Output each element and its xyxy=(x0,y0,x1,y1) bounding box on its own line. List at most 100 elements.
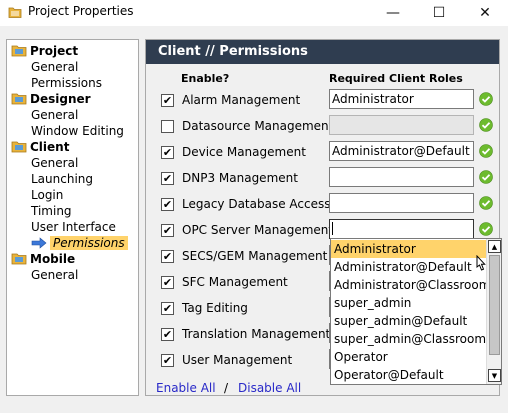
tree-item-label: Window Editing xyxy=(31,124,124,138)
dropdown-option[interactable]: super_admin@Default xyxy=(331,312,487,330)
scroll-up-icon[interactable]: ▲ xyxy=(488,240,501,253)
valid-check-icon xyxy=(479,144,493,158)
tree-item-client-launching[interactable]: Launching xyxy=(31,171,93,187)
valid-check-icon xyxy=(479,196,493,210)
enable-all-link[interactable]: Enable All xyxy=(156,381,216,395)
permission-row: Datasource Management xyxy=(146,114,499,140)
required-roles-input[interactable]: Administrator xyxy=(329,89,474,109)
tree-item-label: General xyxy=(31,156,79,170)
scroll-down-icon[interactable]: ▼ xyxy=(488,369,501,382)
enable-checkbox[interactable] xyxy=(161,120,174,133)
tree-item-label: Permissions xyxy=(31,76,102,90)
app-icon xyxy=(8,7,22,18)
minimize-button[interactable]: — xyxy=(370,0,416,26)
window-title: Project Properties xyxy=(28,4,134,18)
tree-category-label: Project xyxy=(30,44,79,58)
mouse-cursor-icon xyxy=(476,255,486,271)
tree-item-label: Permissions xyxy=(50,236,128,250)
tree-item-client-user-interface[interactable]: User Interface xyxy=(31,219,116,235)
enable-checkbox[interactable]: ✔ xyxy=(161,198,174,211)
tree-item-designer-window-editing[interactable]: Window Editing xyxy=(31,123,124,139)
permission-row: ✔ Alarm Management Administrator xyxy=(146,88,499,114)
text-caret xyxy=(332,222,333,235)
tree-item-label: Timing xyxy=(31,204,72,218)
tree-item-label: General xyxy=(31,108,79,122)
required-roles-input[interactable] xyxy=(329,193,474,213)
close-button[interactable]: ✕ xyxy=(462,0,508,26)
tree-item-designer-general[interactable]: General xyxy=(31,107,78,123)
enable-checkbox[interactable]: ✔ xyxy=(161,328,174,341)
title-bar: Project Properties — ☐ ✕ xyxy=(0,0,508,26)
tree-item-label: Login xyxy=(31,188,64,202)
tree-item-label: User Interface xyxy=(31,220,116,234)
enable-checkbox[interactable]: ✔ xyxy=(161,276,174,289)
permission-label: SECS/GEM Management xyxy=(182,249,328,263)
dropdown-option[interactable]: Administrator@Default xyxy=(331,258,487,276)
permission-label: Datasource Management xyxy=(182,119,334,133)
enable-checkbox[interactable]: ✔ xyxy=(161,250,174,263)
tree-item-client-permissions[interactable]: Permissions xyxy=(31,235,128,251)
permission-label: Translation Management xyxy=(182,327,331,341)
valid-check-icon xyxy=(479,118,493,132)
permission-label: Device Management xyxy=(182,145,306,159)
tree-item-label: General xyxy=(31,60,79,74)
folder-icon xyxy=(11,141,27,153)
maximize-button[interactable]: ☐ xyxy=(416,0,462,26)
dropdown-option[interactable]: Administrator xyxy=(331,240,487,258)
permission-label: Tag Editing xyxy=(182,301,248,315)
permission-label: Legacy Database Access xyxy=(182,197,331,211)
permission-label: User Management xyxy=(182,353,293,367)
folder-icon xyxy=(11,253,27,265)
roles-value: Administrator xyxy=(332,92,414,106)
permission-row: ✔ Legacy Database Access xyxy=(146,192,499,218)
scroll-thumb[interactable] xyxy=(489,255,500,355)
required-roles-input[interactable] xyxy=(329,167,474,187)
valid-check-icon xyxy=(479,222,493,236)
tree-category-label: Client xyxy=(30,140,70,154)
enable-checkbox[interactable]: ✔ xyxy=(161,354,174,367)
tree-category-mobile[interactable]: Mobile xyxy=(11,251,75,267)
dropdown-option[interactable]: Operator@Default xyxy=(331,366,487,384)
enable-checkbox[interactable]: ✔ xyxy=(161,146,174,159)
permission-row: ✔ DNP3 Management xyxy=(146,166,499,192)
valid-check-icon xyxy=(479,170,493,184)
dropdown-scrollbar[interactable]: ▲ ▼ xyxy=(486,239,501,384)
project-tree[interactable]: Project General Permissions Designer General… xyxy=(6,39,139,396)
tree-item-label: Launching xyxy=(31,172,94,186)
disable-all-link[interactable]: Disable All xyxy=(238,381,301,395)
tree-item-mobile-general[interactable]: General xyxy=(31,267,78,283)
dropdown-option[interactable]: super_admin xyxy=(331,294,487,312)
dropdown-option[interactable]: Operator xyxy=(331,348,487,366)
required-roles-input[interactable] xyxy=(329,115,474,135)
roles-column-header: Required Client Roles xyxy=(329,72,463,85)
enable-checkbox[interactable]: ✔ xyxy=(161,302,174,315)
dropdown-option[interactable]: Administrator@Classroom xyxy=(331,276,490,294)
tree-category-designer[interactable]: Designer xyxy=(11,91,91,107)
tree-category-label: Designer xyxy=(30,92,91,106)
folder-icon xyxy=(11,45,27,57)
tree-item-client-timing[interactable]: Timing xyxy=(31,203,72,219)
tree-item-client-login[interactable]: Login xyxy=(31,187,63,203)
permission-label: Alarm Management xyxy=(182,93,301,107)
tree-item-client-general[interactable]: General xyxy=(31,155,78,171)
link-separator: / xyxy=(224,381,229,395)
roles-value: Administrator@Default xyxy=(332,144,470,158)
folder-icon xyxy=(11,93,27,105)
tree-category-project[interactable]: Project xyxy=(11,43,78,59)
tree-category-client[interactable]: Client xyxy=(11,139,69,155)
permission-label: OPC Server Management xyxy=(182,223,334,237)
selected-arrow-icon xyxy=(31,237,47,249)
panel-title: Client // Permissions xyxy=(146,40,499,64)
tree-item-label: General xyxy=(31,268,79,282)
enable-checkbox[interactable]: ✔ xyxy=(161,94,174,107)
dropdown-option[interactable]: super_admin@Classroom xyxy=(331,330,487,348)
enable-checkbox[interactable]: ✔ xyxy=(161,224,174,237)
valid-check-icon xyxy=(479,92,493,106)
permission-label: DNP3 Management xyxy=(182,171,298,185)
enable-checkbox[interactable]: ✔ xyxy=(161,172,174,185)
tree-item-project-general[interactable]: General xyxy=(31,59,78,75)
tree-item-project-permissions[interactable]: Permissions xyxy=(31,75,102,91)
required-roles-input[interactable] xyxy=(329,219,474,239)
required-roles-input[interactable]: Administrator@Default xyxy=(329,141,474,161)
enable-column-header: Enable? xyxy=(181,72,230,85)
